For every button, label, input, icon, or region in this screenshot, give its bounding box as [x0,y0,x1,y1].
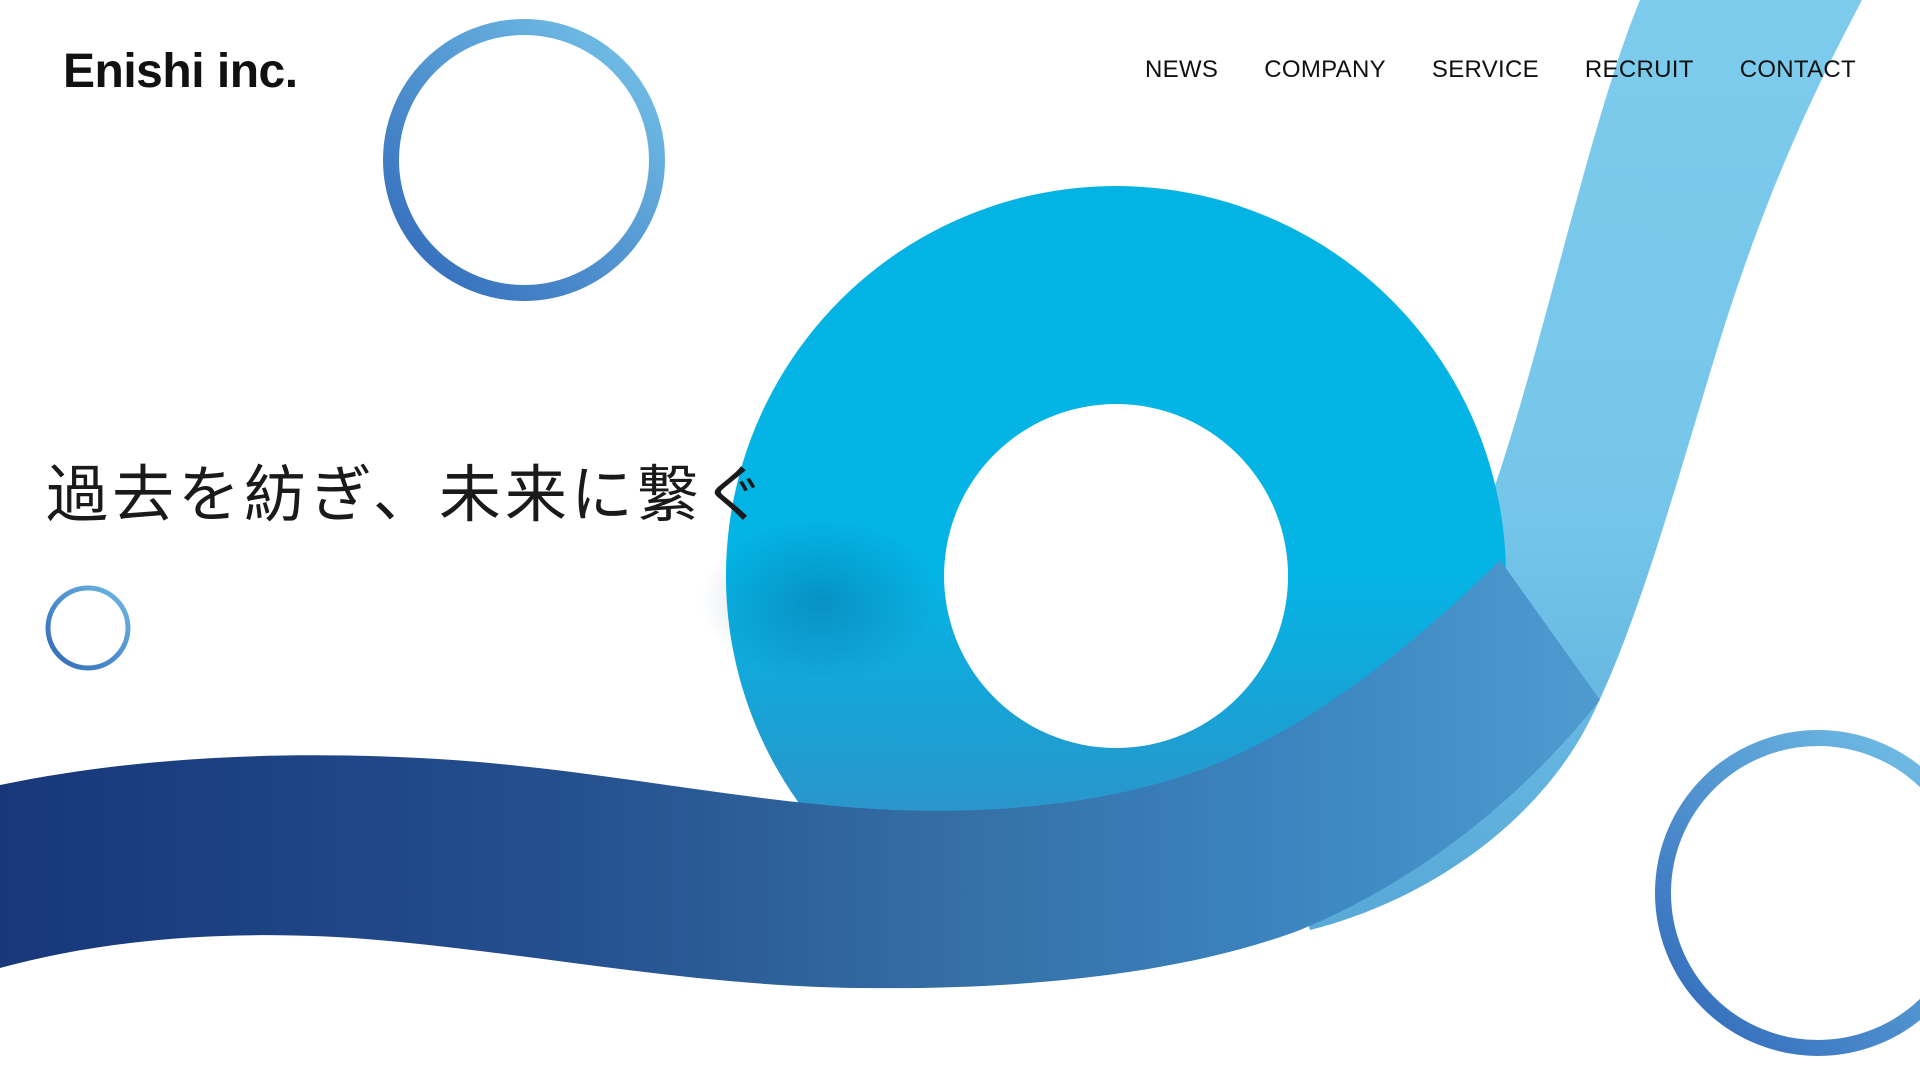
nav-link-contact[interactable]: CONTACT [1740,50,1856,90]
nav-link-recruit[interactable]: RECRUIT [1585,50,1694,90]
nav-link-company[interactable]: COMPANY [1264,50,1386,90]
ring-decoration-small [45,585,131,671]
nav-link-service[interactable]: SERVICE [1432,50,1539,90]
site-logo[interactable]: Enishi inc. [63,44,298,100]
site-header: Enishi inc. NEWS COMPANY SERVICE RECRUIT… [0,0,1920,150]
ring-decoration-bottom [1655,730,1920,1056]
main-nav: NEWS COMPANY SERVICE RECRUIT CONTACT [1099,50,1856,90]
hero-tagline: 過去を紡ぎ、未来に繋ぐ [46,458,769,531]
ribbon-loop-shade [700,520,940,680]
nav-link-news[interactable]: NEWS [1145,50,1218,90]
hero-ribbon-graphic [0,0,1920,1056]
